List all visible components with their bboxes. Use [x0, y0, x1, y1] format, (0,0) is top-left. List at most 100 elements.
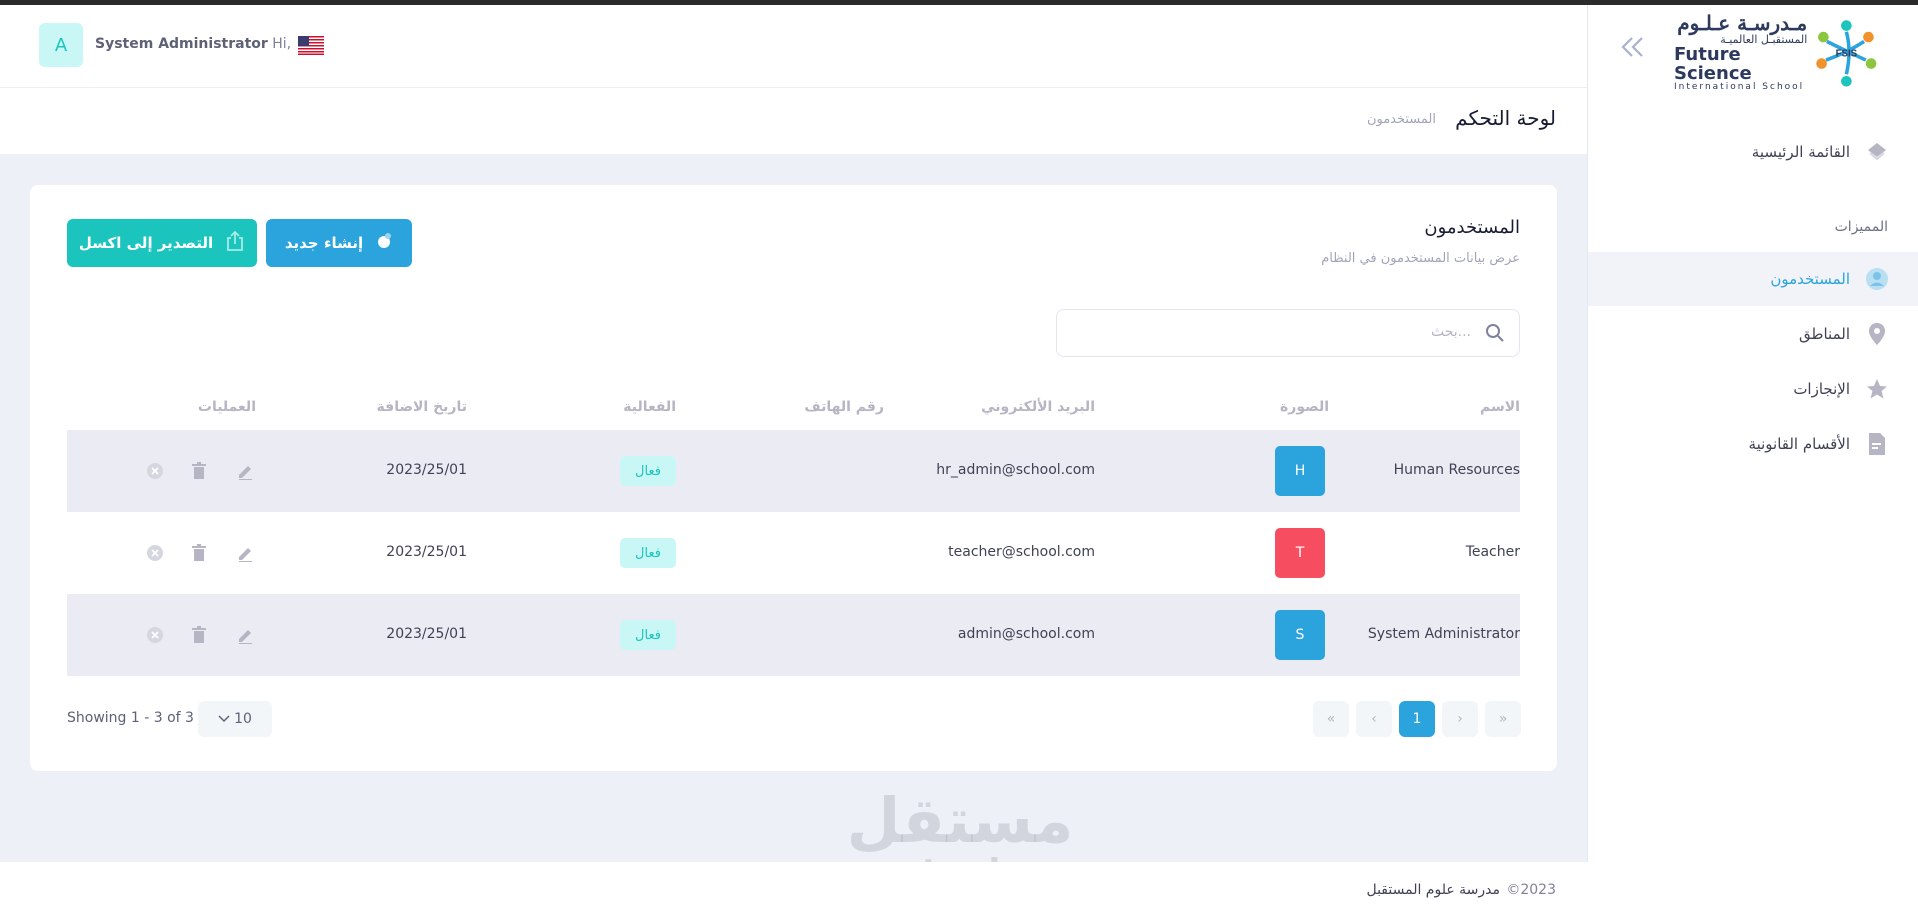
sidebar-item-regions[interactable]: المناطق: [1588, 307, 1918, 361]
chevron-right-icon: ›: [1457, 711, 1463, 727]
logo-mark-icon: FSIS: [1816, 20, 1877, 87]
document-icon: [1864, 431, 1890, 457]
table-row[interactable]: System Administrator S admin@school.com …: [67, 594, 1520, 676]
card-subtitle: عرض بيانات المستخدمون في النظام: [1321, 251, 1520, 266]
user-name: System Administrator: [95, 36, 268, 52]
cell-name: Teacher: [1465, 544, 1520, 560]
cell-date: 2023/25/01: [386, 626, 467, 642]
chevron-left-icon: ‹: [1371, 711, 1377, 727]
us-flag-icon[interactable]: [298, 36, 324, 55]
greeting-prefix: Hi,: [272, 36, 292, 52]
column-header-actions: العمليات: [197, 399, 256, 415]
watermark-arabic: مستقل: [846, 784, 1074, 857]
avatar-letter: A: [54, 34, 68, 56]
search-icon: [1485, 323, 1505, 347]
previous-page-button[interactable]: ‹: [1356, 701, 1392, 737]
double-chevron-left-icon: «: [1326, 711, 1336, 727]
column-header-status[interactable]: الفعالية: [623, 399, 676, 415]
user-icon: [1864, 266, 1890, 292]
section-title-features: المميزات: [1834, 219, 1888, 235]
next-page-button[interactable]: ›: [1442, 701, 1478, 737]
school-logo[interactable]: FSIS مـدرسـة عـلـوم المستقبـل العالميـة …: [1674, 13, 1882, 93]
logo-english-name: Future Science: [1674, 43, 1752, 84]
cell-date: 2023/25/01: [386, 544, 467, 560]
first-page-button[interactable]: «: [1313, 701, 1349, 737]
card-title: المستخدمون: [1424, 217, 1520, 238]
avatar: T: [1275, 528, 1325, 578]
sidebar-item-main-menu[interactable]: القائمة الرئيسية: [1588, 125, 1918, 179]
column-header-photo[interactable]: الصورة: [1280, 399, 1329, 415]
cell-date: 2023/25/01: [386, 462, 467, 478]
cell-email: admin@school.com: [957, 626, 1095, 642]
collapse-sidebar-icon[interactable]: [1620, 35, 1646, 65]
column-header-name[interactable]: الاسم: [1480, 399, 1520, 415]
delete-icon[interactable]: [188, 624, 210, 646]
export-excel-button[interactable]: التصدير إلى اكسل: [67, 219, 257, 267]
users-card: المستخدمون عرض بيانات المستخدمون في النظ…: [30, 185, 1557, 771]
last-page-button[interactable]: »: [1485, 701, 1521, 737]
chevron-down-icon: [218, 711, 230, 727]
column-header-phone[interactable]: رقم الهاتف: [804, 399, 884, 415]
per-page-value: 10: [234, 711, 252, 727]
star-icon: [1864, 376, 1890, 402]
logo-mark-text: FSIS: [1836, 49, 1858, 60]
breadcrumb[interactable]: المستخدمون: [1367, 112, 1436, 127]
deactivate-icon[interactable]: [144, 460, 166, 482]
column-header-date[interactable]: تاريخ الاضافة: [377, 399, 467, 415]
double-chevron-right-icon: »: [1498, 711, 1508, 727]
status-badge: فعال: [620, 620, 676, 650]
edit-icon[interactable]: [234, 460, 256, 482]
logo-arabic-name: مـدرسـة عـلـوم: [1677, 11, 1808, 36]
search-placeholder: بحث...: [1430, 324, 1471, 340]
table-row[interactable]: Teacher T teacher@school.com فعال 2023/2…: [67, 512, 1520, 594]
sidebar-item-legal-sections[interactable]: الأقسام القانونية: [1588, 417, 1918, 471]
delete-icon[interactable]: [188, 460, 210, 482]
deactivate-icon[interactable]: [144, 624, 166, 646]
sidebar-item-label: المستخدمون: [1770, 270, 1850, 288]
logo-english-sub: International School: [1674, 82, 1805, 93]
sidebar-item-label: المناطق: [1799, 325, 1850, 343]
upload-icon: [225, 230, 245, 256]
sidebar-item-label: الإنجازات: [1793, 380, 1850, 398]
edit-icon[interactable]: [234, 542, 256, 564]
sidebar-item-label: الأقسام القانونية: [1748, 435, 1850, 453]
column-header-email[interactable]: البريد الألكتروني: [981, 399, 1095, 415]
map-pin-icon: [1864, 321, 1890, 347]
status-badge: فعال: [620, 456, 676, 486]
avatar-letter: T: [1295, 545, 1305, 561]
sidebar-item-achievements[interactable]: الإنجازات: [1588, 362, 1918, 416]
edit-icon[interactable]: [234, 624, 256, 646]
footer: ©2023 مدرسة علوم المستقبل: [0, 862, 1588, 920]
cell-email: teacher@school.com: [948, 544, 1095, 560]
avatar: S: [1275, 610, 1325, 660]
sidebar-item-label: القائمة الرئيسية: [1751, 143, 1850, 161]
avatar-letter: H: [1294, 463, 1306, 479]
pagination-info: Showing 1 - 3 of 3: [67, 710, 194, 726]
cell-name: System Administrator: [1367, 626, 1520, 642]
page-title: لوحة التحكم: [1455, 106, 1556, 130]
avatar: H: [1275, 446, 1325, 496]
create-new-label: إنشاء جديد: [284, 234, 364, 252]
cell-name: Human Resources: [1393, 462, 1520, 478]
user-greeting[interactable]: System Administrator Hi,: [95, 36, 291, 52]
avatar-letter: S: [1295, 627, 1305, 643]
search-input[interactable]: بحث...: [1056, 309, 1520, 357]
sidebar-item-users[interactable]: المستخدمون: [1588, 252, 1918, 306]
create-new-button[interactable]: إنشاء جديد: [266, 219, 412, 267]
page-number-button[interactable]: 1: [1399, 701, 1435, 737]
cell-email: hr_admin@school.com: [936, 462, 1095, 478]
status-badge: فعال: [620, 538, 676, 568]
footer-school-link[interactable]: مدرسة علوم المستقبل: [1366, 882, 1500, 898]
layers-icon: [1864, 139, 1890, 165]
copyright-year: ©2023: [1506, 882, 1556, 898]
per-page-select[interactable]: 10: [198, 701, 272, 737]
deactivate-icon[interactable]: [144, 542, 166, 564]
page-number: 1: [1412, 711, 1422, 727]
subheader: لوحة التحكم المستخدمون: [0, 88, 1588, 154]
top-header: A System Administrator Hi,: [0, 5, 1588, 88]
export-excel-label: التصدير إلى اكسل: [78, 234, 214, 252]
table-row[interactable]: Human Resources H hr_admin@school.com فع…: [67, 430, 1520, 512]
plus-circle-icon: [375, 232, 393, 254]
delete-icon[interactable]: [188, 542, 210, 564]
avatar[interactable]: A: [39, 23, 83, 67]
